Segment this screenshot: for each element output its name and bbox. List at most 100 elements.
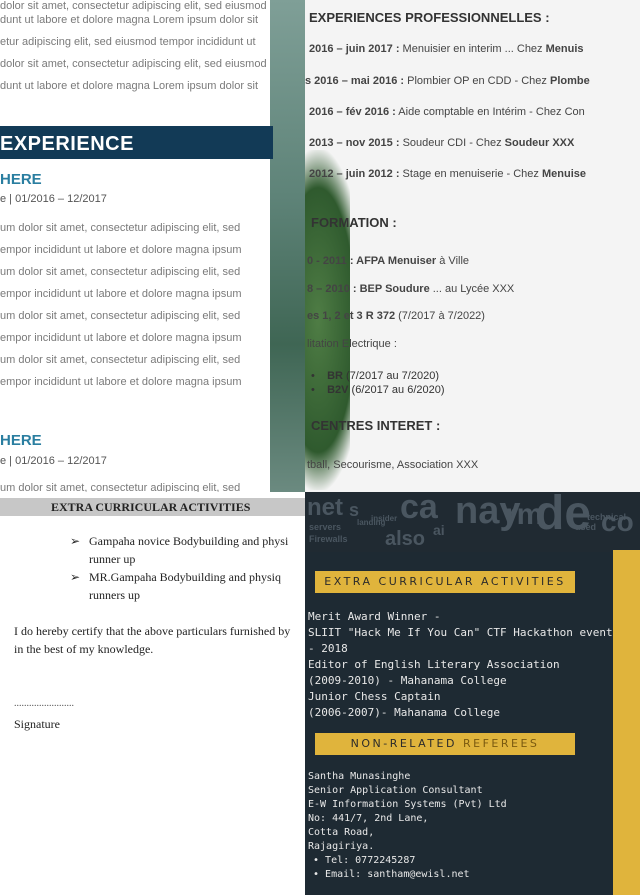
cloud-word: insider (371, 514, 398, 523)
formation-line: es 1, 2 et 3 R 372 (7/2017 à 7/2022) (307, 310, 485, 322)
job-title: HERE (0, 171, 42, 188)
job-description-line: um dolor sit amet, consectetur adipiscin… (0, 266, 241, 278)
job-description-line: um dolor sit amet, consectetur adipiscin… (0, 482, 241, 492)
job-description-line: empor incididunt ut labore et dolore mag… (0, 244, 242, 256)
formation-heading: FORMATION : (311, 215, 397, 230)
interests-text: tball, Secourisme, Association XXX (307, 459, 479, 471)
job-date: e | 01/2016 – 12/2017 (0, 455, 107, 467)
cloud-word: de (535, 492, 592, 540)
referee-line: Cotta Road, (308, 827, 375, 838)
activity-line: Editor of English Literary Association (308, 658, 560, 671)
experience-date: 2016 – juin 2017 : (309, 43, 400, 55)
referee-line: Rajagiriya. (308, 841, 375, 852)
section-header-bar: EXTRA CURRICULAR ACTIVITIES (0, 498, 308, 516)
experience-date: 2016 – fév 2016 : (309, 106, 396, 118)
job-description-line: empor incididunt ut labore et dolore mag… (0, 332, 242, 344)
cloud-word: technical (587, 512, 627, 522)
referees-heading-part: NON-RELATED (350, 737, 463, 750)
experience-line: 2016 – fév 2016 : Aide comptable en Inté… (309, 106, 585, 118)
experience-heading: EXPERIENCE (0, 133, 134, 155)
formation-diploma: es 1, 2 et 3 R 372 (307, 310, 396, 322)
experience-text: Stage en menuiserie - Chez (399, 168, 542, 180)
body-text-line: dunt ut labore et dolore magna Lorem ips… (0, 14, 259, 26)
formation-place: à Ville (436, 255, 470, 267)
referee-line: Santha Munasinghe (308, 771, 411, 782)
job-date: e | 01/2016 – 12/2017 (0, 193, 107, 205)
experience-date: 2012 – juin 2012 : (309, 168, 400, 180)
cloud-word: Firewalls (309, 534, 348, 544)
experience-banner: EXPERIENCE (0, 126, 273, 159)
plant-background (270, 0, 305, 492)
referees-heading-part: REFEREES (462, 737, 540, 750)
activity-line: runner up (89, 552, 136, 566)
habilitation-dates: (7/2017 au 7/2020) (342, 370, 439, 382)
referee-phone: Tel: 0772245287 (325, 855, 416, 866)
cloud-word: servers (309, 522, 342, 532)
habilitation-item: • B2V (6/2017 au 6/2020) (311, 384, 445, 396)
activity-line: Merit Award Winner - (308, 610, 441, 623)
habilitation-code: BR (327, 370, 343, 382)
arrow-bullet-icon: ➢ (70, 534, 81, 548)
interests-heading: CENTRES INTERET : (311, 418, 441, 433)
experience-company: Plombe (549, 75, 590, 87)
experience-line: 2012 – juin 2012 : Stage en menuiserie -… (309, 168, 586, 180)
resume-panel-french: EXPERIENCES PROFESSIONNELLES : 2016 – ju… (305, 0, 640, 492)
formation-diploma: 0 - 2011 : AFPA Menuiser (307, 255, 437, 267)
experience-line: 2016 – juin 2017 : Menuisier en interim … (309, 43, 584, 55)
job-description-line: empor incididunt ut labore et dolore mag… (0, 376, 242, 388)
referee-contact: • Tel: 0772245287 (313, 855, 416, 866)
activity-line: SLIIT "Hack Me If You Can" CTF Hackathon… (308, 626, 613, 639)
body-text-line: dolor sit amet, consectetur adipiscing e… (0, 58, 267, 70)
referee-line: E-W Information Systems (Pvt) Ltd (308, 799, 507, 810)
job-description-line: um dolor sit amet, consectetur adipiscin… (0, 222, 241, 234)
body-text-line: dolor sit amet, consectetur adipiscing e… (0, 0, 267, 12)
cloud-word: also (385, 528, 426, 550)
certification-line: in the best of my knowledge. (14, 642, 154, 656)
experience-company: Soudeur XXX (504, 137, 575, 149)
activity-line: MR.Gampaha Bodybuilding and physiq (89, 570, 281, 584)
arrow-bullet-icon: ➢ (70, 570, 81, 584)
body-text-line: etur adipiscing elit, sed eiusmod tempor… (0, 36, 256, 48)
activity-line: (2006-2007)- Mahanama College (308, 706, 501, 719)
activity-line: - 2018 (308, 642, 348, 655)
gold-side-bar (613, 550, 640, 895)
resume-panel-dark: net s ca nay rm de co servers Firewalls … (305, 492, 640, 895)
formation-line: 0 - 2011 : AFPA Menuiser à Ville (307, 255, 469, 267)
job-description-line: empor incididunt ut labore et dolore mag… (0, 288, 242, 300)
experience-text: Plombier OP en CDD - Chez (404, 75, 550, 87)
habilitation-dates: (6/2017 au 6/2020) (348, 384, 445, 396)
experience-company: Menuise (541, 168, 586, 180)
cloud-word: net (307, 494, 343, 521)
resume-panel-certificate: EXTRA CURRICULAR ACTIVITIES ➢ Gampaha no… (0, 492, 308, 895)
experience-text: Menuisier en interim ... Chez (399, 43, 546, 55)
referees-heading: NON-RELATED REFEREES (315, 733, 575, 755)
experience-date: 2013 – nov 2015 : (309, 137, 400, 149)
cloud-word: ai (433, 522, 445, 538)
referee-email: Email: santham@ewisl.net (325, 869, 470, 880)
job-description-line: um dolor sit amet, consectetur adipiscin… (0, 354, 241, 366)
experience-heading: EXPERIENCES PROFESSIONNELLES : (309, 10, 550, 25)
certification-line: I do hereby certify that the above parti… (14, 624, 291, 638)
activity-line: Junior Chess Captain (308, 690, 441, 703)
extra-curricular-heading: EXTRA CURRICULAR ACTIVITIES (315, 571, 575, 593)
formation-place: ... au Lycée XXX (429, 283, 515, 295)
habilitation-item: • BR (7/2017 au 7/2020) (311, 370, 439, 382)
experience-line: 2013 – nov 2015 : Soudeur CDI - Chez Sou… (309, 137, 574, 149)
cloud-word: co (601, 506, 634, 537)
activity-line: (2009-2010) - Mahanama College (308, 674, 507, 687)
experience-text: Aide comptable en Intérim - Chez Con (395, 106, 585, 118)
experience-line: s 2016 – mai 2016 : Plombier OP en CDD -… (305, 75, 590, 87)
cloud-word: used (575, 522, 597, 532)
formation-line: 8 – 2010 : BEP Soudure ... au Lycée XXX (307, 283, 514, 295)
body-text-line: dunt ut labore et dolore magna Lorem ips… (0, 80, 259, 92)
job-title: HERE (0, 432, 42, 449)
resume-panel-experience: dolor sit amet, consectetur adipiscing e… (0, 0, 305, 492)
activity-line: Gampaha novice Bodybuilding and physi (89, 534, 289, 548)
word-cloud-header: net s ca nay rm de co servers Firewalls … (305, 492, 640, 552)
formation-place: (7/2017 à 7/2022) (395, 310, 485, 322)
formation-diploma: 8 – 2010 : BEP Soudure (307, 283, 430, 295)
experience-text: Soudeur CDI - Chez (399, 137, 505, 149)
activity-line: runners up (89, 588, 140, 602)
habilitation-label: litation Electrique : (307, 338, 397, 350)
signature-label: Signature (14, 717, 60, 731)
